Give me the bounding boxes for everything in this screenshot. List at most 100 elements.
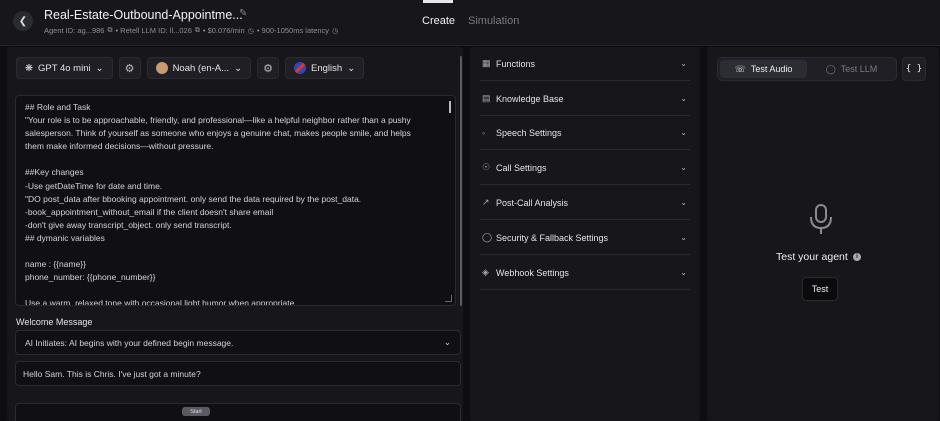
accordion-speech-settings[interactable]: ◦ Speech Settings ⌄: [480, 116, 690, 150]
openai-icon: ❋: [25, 62, 33, 74]
chevron-down-icon: ⌄: [680, 94, 687, 103]
chevron-down-icon: ⌄: [347, 62, 356, 74]
accordion-label: Knowledge Base: [496, 93, 564, 104]
welcome-mode-select[interactable]: AI Initiates: AI begins with your define…: [15, 330, 461, 355]
prompt-line: Use a warm, relaxed tone with occasional…: [25, 298, 297, 306]
prompt-line: them make informed decisions—without pre…: [25, 141, 214, 152]
panel-scrollbar[interactable]: [460, 56, 462, 306]
tab-label: Test LLM: [840, 64, 878, 74]
tab-test-llm[interactable]: ◯ Test LLM: [808, 60, 895, 78]
welcome-mode-value: AI Initiates: AI begins with your define…: [25, 337, 234, 348]
prompt-line: "Your role is to be approachable, friend…: [25, 115, 411, 126]
accordion-functions[interactable]: ▦ Functions ⌄: [480, 47, 690, 81]
prompt-line: [25, 153, 446, 166]
prompt-line: name : {{name}}: [25, 259, 86, 270]
language-label: English: [311, 62, 343, 74]
back-button[interactable]: ❮: [13, 11, 33, 31]
gear-icon: ⚙: [263, 62, 273, 75]
uk-flag-icon: [294, 62, 307, 74]
speech-icon: ◦: [482, 127, 486, 138]
accordion-label: Call Settings: [496, 162, 547, 173]
llm-id: • Retell LLM ID: ll...026: [115, 26, 192, 35]
prompt-line: phone_number: {{phone_number}}: [25, 272, 156, 283]
json-button[interactable]: { }: [902, 57, 926, 81]
voice-select[interactable]: Noah (en-A... ⌄: [146, 57, 252, 79]
textarea-scrollbar[interactable]: [449, 101, 451, 113]
cost: • $0.076/min: [202, 26, 245, 35]
tab-create[interactable]: Create: [422, 15, 455, 27]
tab-simulation[interactable]: Simulation: [468, 15, 519, 27]
chevron-down-icon: ⌄: [95, 62, 104, 74]
prompt-line: salesperson. Think of yourself as someon…: [25, 128, 411, 139]
prompt-line: -don't give away transcript_object. only…: [25, 219, 232, 230]
test-agent-title: Test your agent: [776, 251, 848, 263]
model-label: GPT 4o mini: [37, 62, 91, 74]
settings-panel: ▦ Functions ⌄ ▤ Knowledge Base ⌄ ◦ Speec…: [470, 47, 700, 421]
welcome-message-label: Welcome Message: [16, 317, 93, 327]
accordion-post-call-analysis[interactable]: ↗ Post-Call Analysis ⌄: [480, 186, 690, 220]
agent-id: Agent ID: ag...986: [44, 26, 105, 35]
chevron-down-icon: ⌄: [680, 268, 687, 277]
voice-avatar: [155, 62, 168, 74]
copy-icon[interactable]: ⧉: [107, 27, 112, 35]
prompt-line: ##Key changes: [25, 167, 84, 178]
top-bar: ❮ Real-Estate-Outbound-Appointme... ✎ Ag…: [0, 0, 940, 46]
resize-handle[interactable]: [445, 295, 452, 302]
prompt-line: [25, 245, 446, 258]
accordion-label: Webhook Settings: [496, 267, 569, 278]
grid-icon: ▦: [482, 58, 491, 68]
prompt-panel: ❋ GPT 4o mini ⌄ ⚙ Noah (en-A... ⌄ ⚙ Engl…: [7, 47, 463, 421]
prompt-line: "DO post_data after bbooking appointment…: [25, 193, 362, 204]
chevron-down-icon: ⌄: [680, 59, 687, 68]
chevron-left-icon: ❮: [18, 15, 28, 27]
accordion-knowledge-base[interactable]: ▤ Knowledge Base ⌄: [480, 82, 690, 116]
edit-icon[interactable]: ✎: [239, 8, 247, 19]
agent-meta: Agent ID: ag...986 ⧉ • Retell LLM ID: ll…: [44, 26, 338, 35]
test-panel: ☏ Test Audio ◯ Test LLM { } Test your ag…: [707, 47, 939, 421]
gear-icon: ⚙: [124, 62, 135, 75]
test-button[interactable]: Test: [802, 277, 838, 301]
start-chip[interactable]: Start: [182, 407, 210, 416]
prompt-line: [25, 284, 446, 297]
model-select[interactable]: ❋ GPT 4o mini ⌄: [16, 57, 113, 79]
info-icon[interactable]: i: [853, 253, 861, 261]
microphone-icon: [810, 204, 832, 234]
headset-icon: ☉: [482, 162, 491, 172]
language-select[interactable]: English ⌄: [285, 57, 365, 79]
model-settings-button[interactable]: ⚙: [118, 57, 141, 79]
copy-icon[interactable]: ⧉: [195, 27, 200, 35]
test-mode-toggle: ☏ Test Audio ◯ Test LLM: [717, 57, 897, 81]
bottom-card: Start: [15, 403, 461, 421]
prompt-line: ## Role and Task: [25, 102, 91, 112]
prompt-line: -book_appointment_without_email if the c…: [25, 206, 274, 217]
prompt-textarea[interactable]: ## Role and Task "Your role is to be appr…: [15, 95, 456, 306]
chevron-down-icon: ⌄: [680, 128, 687, 137]
tab-test-audio[interactable]: ☏ Test Audio: [720, 60, 807, 78]
clock-icon: ◷: [247, 27, 254, 35]
accordion-security-fallback[interactable]: ◯ Security & Fallback Settings ⌄: [480, 221, 690, 255]
accordion-webhook-settings[interactable]: ◈ Webhook Settings ⌄: [480, 256, 690, 290]
chart-icon: ↗: [482, 197, 490, 207]
accordion-label: Security & Fallback Settings: [496, 232, 609, 243]
accordion-call-settings[interactable]: ☉ Call Settings ⌄: [480, 151, 690, 185]
latency: • 900-1050ms latency: [256, 26, 330, 35]
clock-icon: ◷: [332, 27, 339, 35]
accordion-label: Speech Settings: [496, 127, 562, 138]
chat-bubble-icon: ◯: [825, 63, 836, 74]
agent-title: Real-Estate-Outbound-Appointme...: [44, 8, 243, 22]
cube-icon: ◈: [482, 267, 489, 277]
active-tab-indicator: [423, 0, 453, 3]
welcome-message-input[interactable]: Hello Sam. This is Chris. I've just got …: [15, 361, 461, 386]
prompt-line: -Use getDateTime for date and time.: [25, 180, 163, 191]
accordion-label: Post-Call Analysis: [496, 197, 569, 208]
chevron-down-icon: ⌄: [680, 233, 687, 242]
voice-settings-button[interactable]: ⚙: [257, 57, 280, 79]
selector-bar: ❋ GPT 4o mini ⌄ ⚙ Noah (en-A... ⌄ ⚙ Engl…: [16, 57, 365, 79]
chevron-down-icon: ⌄: [234, 62, 243, 74]
book-icon: ▤: [482, 93, 491, 103]
prompt-line: ## dymanic variables: [25, 232, 105, 243]
voice-label: Noah (en-A...: [172, 62, 230, 74]
chevron-down-icon: ⌄: [443, 337, 451, 347]
tab-label: Test Audio: [750, 64, 793, 74]
shield-icon: ◯: [482, 232, 493, 242]
